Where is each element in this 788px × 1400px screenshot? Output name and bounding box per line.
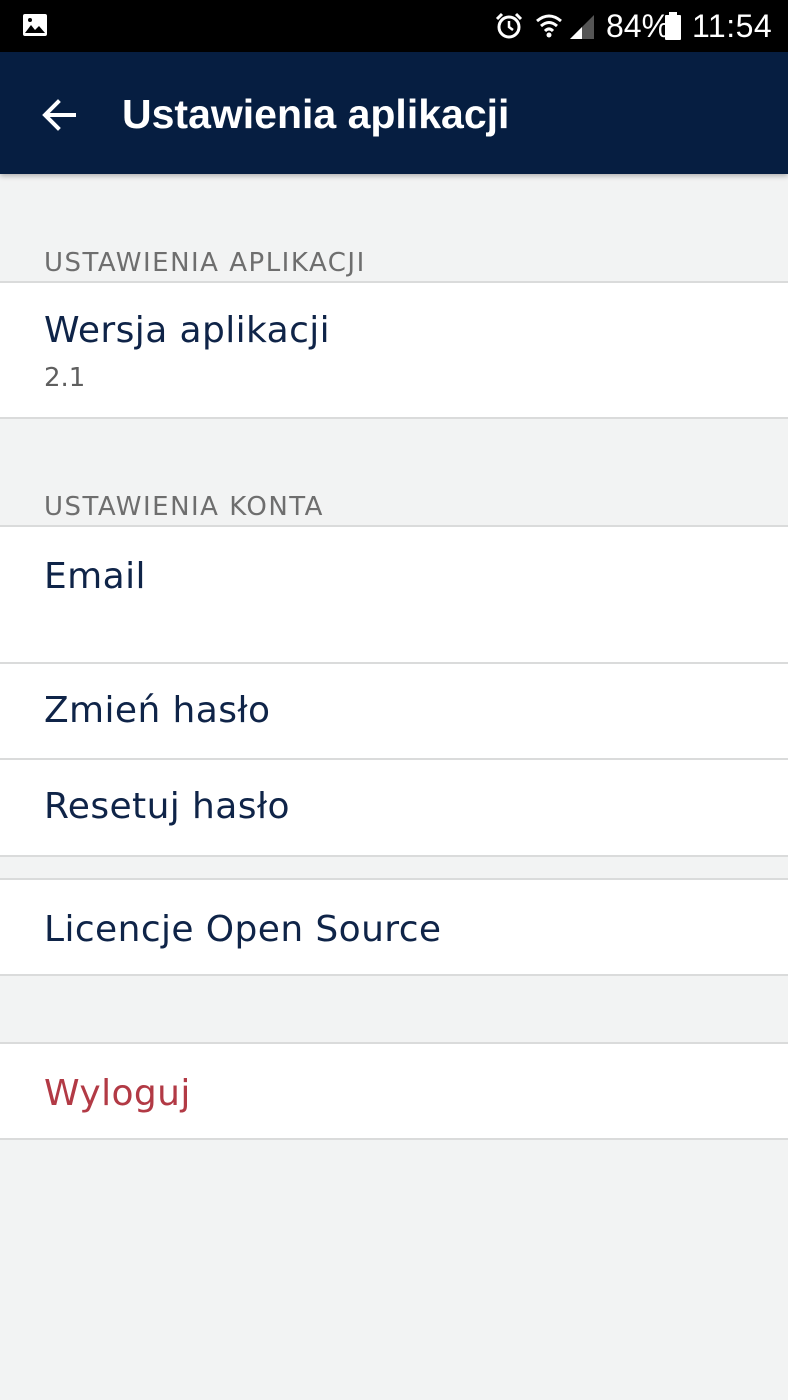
licenses-row[interactable]: Licencje Open Source: [0, 878, 788, 976]
section-header-account-settings: USTAWIENIA KONTA: [44, 492, 324, 522]
page-title: Ustawienia aplikacji: [122, 91, 510, 137]
app-version-value: 2.1: [44, 363, 86, 393]
change-password-label: Zmień hasło: [44, 690, 271, 731]
app-version-title: Wersja aplikacji: [44, 310, 331, 351]
alarm-icon: [495, 12, 523, 39]
reset-password-label: Resetuj hasło: [44, 786, 290, 827]
clock-time: 11:54: [692, 8, 773, 44]
logout-label: Wyloguj: [44, 1073, 191, 1114]
email-row[interactable]: Email: [0, 527, 788, 662]
signal-icon: [570, 15, 594, 39]
reset-password-row[interactable]: Resetuj hasło: [0, 760, 788, 855]
battery-icon: [665, 12, 681, 40]
status-bar: 84% 11:54: [0, 0, 788, 52]
wifi-icon: [536, 14, 562, 38]
email-label: Email: [44, 556, 146, 597]
arrow-left-icon: [42, 99, 76, 131]
logout-row[interactable]: Wyloguj: [0, 1042, 788, 1140]
app-bar: Ustawienia aplikacji: [0, 52, 788, 174]
gallery-icon: [23, 14, 47, 36]
change-password-row[interactable]: Zmień hasło: [0, 664, 788, 758]
licenses-label: Licencje Open Source: [44, 909, 442, 950]
account-settings-group: Email Zmień hasło Resetuj hasło: [0, 525, 788, 857]
section-header-app-settings: USTAWIENIA APLIKACJI: [44, 248, 366, 278]
back-button[interactable]: [30, 85, 90, 145]
battery-percent: 84%: [606, 8, 671, 44]
app-version-row[interactable]: Wersja aplikacji 2.1: [0, 281, 788, 419]
